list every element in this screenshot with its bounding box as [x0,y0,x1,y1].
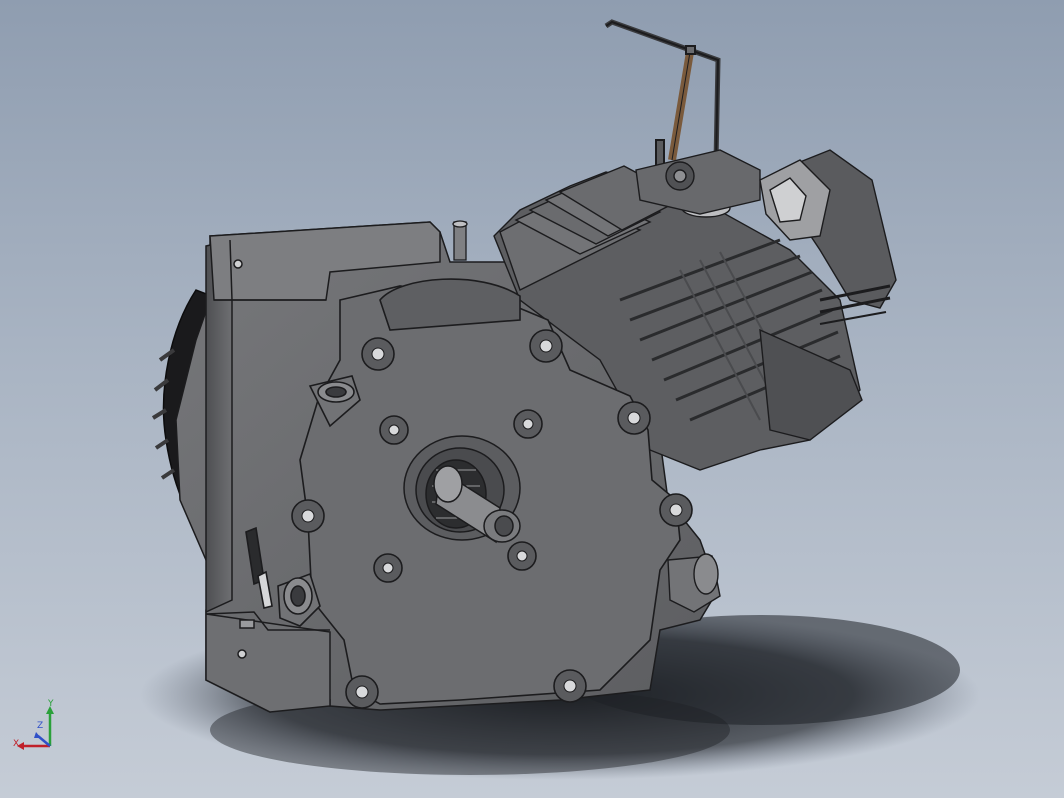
z-axis-label: Z [37,721,44,731]
graphics-viewport[interactable]: X Y Z [0,0,1064,798]
engine-model[interactable] [0,0,1064,798]
crankshaft-output [403,435,521,544]
z-axis-arrow [34,732,41,738]
throttle-linkage [604,19,721,169]
drain-tube [667,553,721,613]
dipstick [452,220,468,261]
y-axis-label: Y [48,699,54,709]
coordinate-triad: X Y Z [10,700,60,754]
x-axis-label: X [13,739,20,749]
